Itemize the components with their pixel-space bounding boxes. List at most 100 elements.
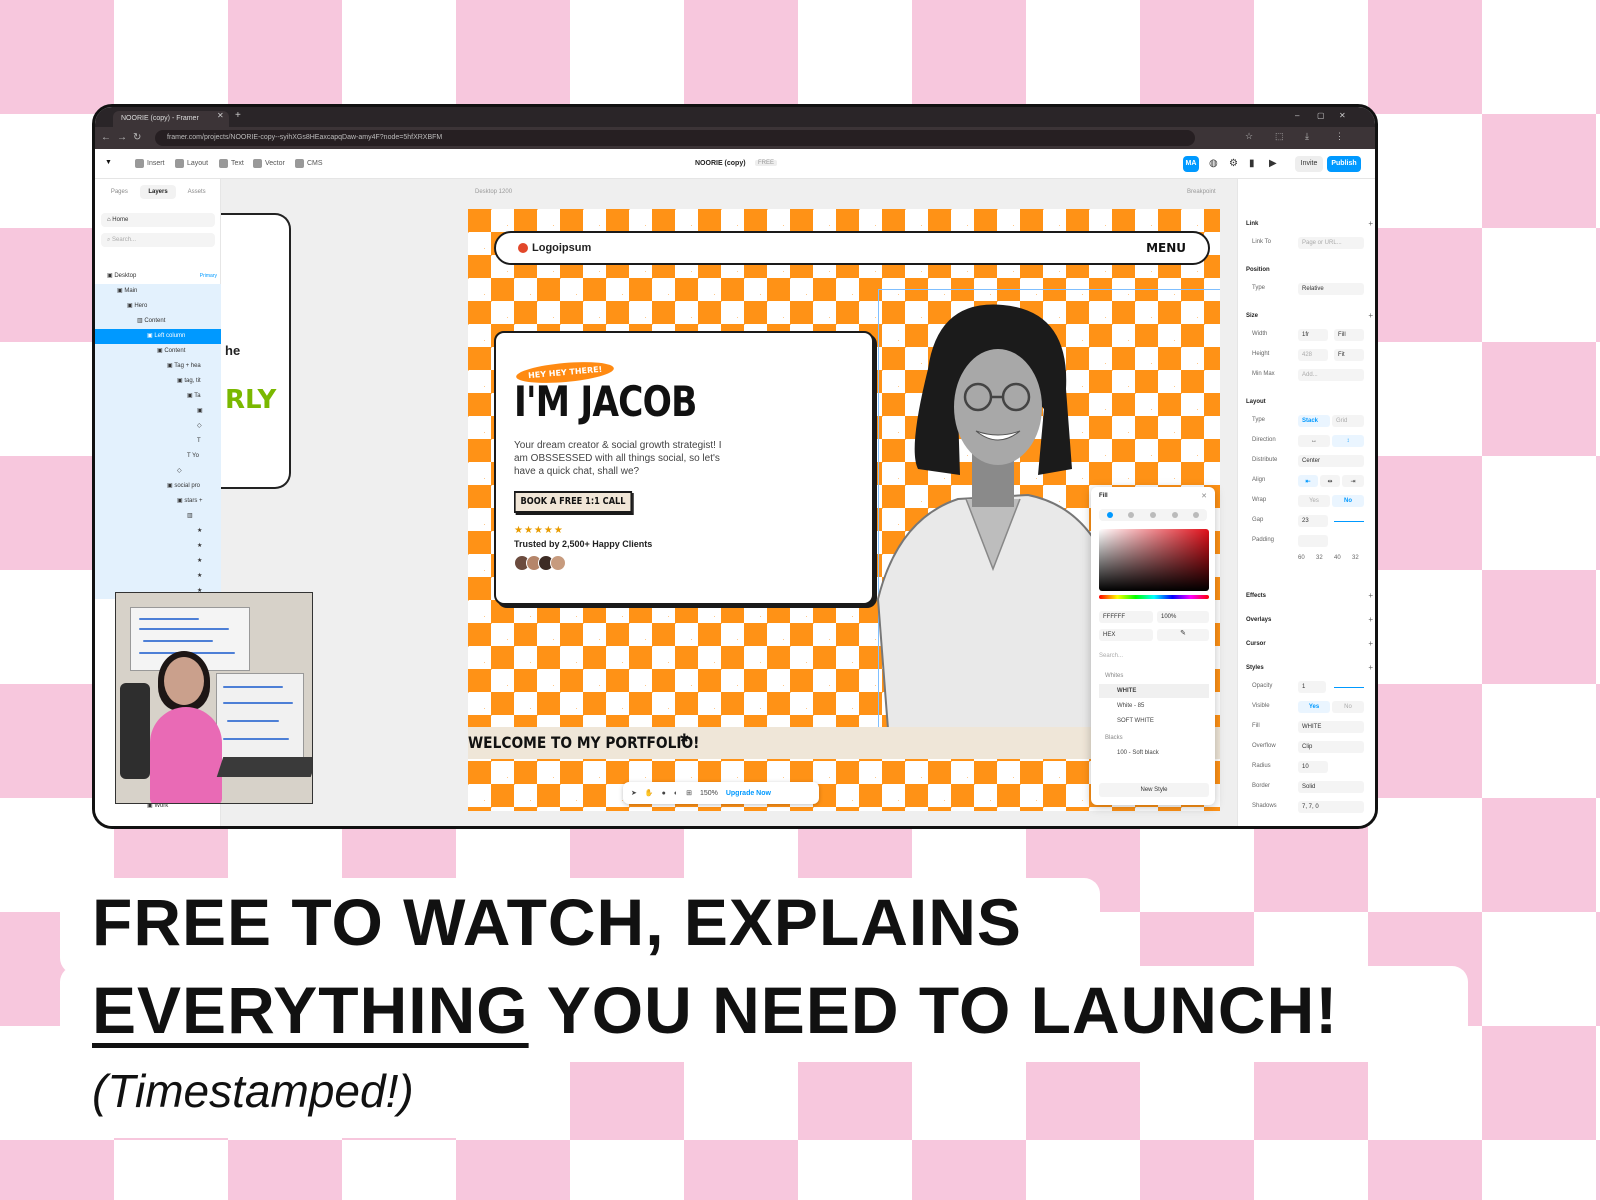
color-picker-area[interactable] xyxy=(1099,529,1209,591)
shadows-input[interactable]: 7, 7, 0 xyxy=(1298,801,1364,813)
new-style-button[interactable]: New Style xyxy=(1099,783,1209,797)
browser-menu-icon[interactable]: ⋮ xyxy=(1335,131,1344,142)
menu-button[interactable]: MENU xyxy=(1146,241,1186,255)
layer-star[interactable]: ★ xyxy=(95,554,221,569)
styles-search-input[interactable]: Search... xyxy=(1099,653,1123,659)
color-format-select[interactable]: HEX xyxy=(1099,629,1153,641)
opacity-slider[interactable] xyxy=(1334,687,1364,688)
minimize-icon[interactable]: – xyxy=(1295,111,1299,120)
frame-label[interactable]: Desktop 1200 xyxy=(475,189,512,195)
settings-icon[interactable]: ⚙ xyxy=(1229,158,1238,169)
tab-pages[interactable]: Pages xyxy=(101,185,138,199)
layer-item[interactable]: ◇ xyxy=(95,419,221,434)
position-type-select[interactable]: Relative xyxy=(1298,283,1364,295)
reload-icon[interactable]: ↻ xyxy=(133,132,141,143)
grid-option[interactable]: Grid xyxy=(1332,415,1364,427)
hex-input[interactable]: FFFFFF xyxy=(1099,611,1153,623)
add-style-icon[interactable]: + xyxy=(1368,663,1373,672)
border-input[interactable]: Solid xyxy=(1298,781,1364,793)
tab-assets[interactable]: Assets xyxy=(178,185,215,199)
layer-left-column[interactable]: ▣ Left column xyxy=(95,329,221,344)
comment-icon[interactable]: ● xyxy=(662,790,666,797)
layer-stars[interactable]: ▣ stars + xyxy=(95,494,221,509)
padding-right-value[interactable]: 32 xyxy=(1316,555,1323,561)
style-soft-black[interactable]: 100 - Soft black xyxy=(1099,746,1209,760)
layer-tag-heading[interactable]: ▣ Tag + hea xyxy=(95,359,221,374)
add-cursor-icon[interactable]: + xyxy=(1368,639,1373,648)
layer-item[interactable]: ▣ xyxy=(95,404,221,419)
publish-button[interactable]: Publish xyxy=(1327,156,1361,172)
vector-tool[interactable]: Vector xyxy=(253,159,285,168)
user-avatar[interactable]: MA xyxy=(1183,156,1199,172)
hue-slider[interactable] xyxy=(1099,595,1209,599)
opacity-input[interactable]: 100% xyxy=(1157,611,1209,623)
layer-social-proof[interactable]: ▣ social pro xyxy=(95,479,221,494)
add-link-icon[interactable]: + xyxy=(1368,219,1373,228)
invite-button[interactable]: Invite xyxy=(1295,156,1323,172)
padding-top-value[interactable]: 60 xyxy=(1298,555,1305,561)
hand-icon[interactable]: ✋ xyxy=(645,789,654,797)
gap-slider[interactable] xyxy=(1334,521,1364,522)
forward-icon[interactable]: → xyxy=(117,132,127,143)
wrap-no-option[interactable]: No xyxy=(1332,495,1364,507)
linear-gradient-icon[interactable] xyxy=(1128,512,1135,518)
layer-star[interactable]: ★ xyxy=(95,539,221,554)
add-overlay-icon[interactable]: + xyxy=(1368,615,1373,624)
fill-input[interactable]: WHITE xyxy=(1298,721,1364,733)
height-input[interactable]: 428 xyxy=(1298,349,1328,361)
dark-mode-icon[interactable]: ◐ xyxy=(674,790,678,797)
cms-tool[interactable]: CMS xyxy=(295,159,323,168)
align-center-icon[interactable]: ⇹ xyxy=(1320,475,1340,487)
layer-hero[interactable]: ▣ Hero xyxy=(95,299,221,314)
visible-yes-option[interactable]: Yes xyxy=(1298,701,1330,713)
maximize-icon[interactable]: ▢ xyxy=(1317,111,1325,120)
bookmark-icon[interactable]: ☆ xyxy=(1245,131,1253,142)
style-group-blacks[interactable]: Blacks xyxy=(1099,731,1209,745)
layer-text-yo[interactable]: T Yo xyxy=(95,449,221,464)
layers-search-input[interactable]: ⌕ Search... xyxy=(101,233,215,247)
book-call-button[interactable]: BOOK A FREE 1:1 CALL xyxy=(514,491,633,513)
padding-left-value[interactable]: 32 xyxy=(1352,555,1359,561)
distribute-select[interactable]: Center xyxy=(1298,455,1364,467)
direction-vertical-icon[interactable]: ↕ xyxy=(1332,435,1364,447)
tab-layers[interactable]: Layers xyxy=(139,185,177,199)
add-size-icon[interactable]: + xyxy=(1368,311,1373,320)
layer-main[interactable]: ▣ Main xyxy=(95,284,221,299)
height-mode-select[interactable]: Fit xyxy=(1334,349,1364,361)
breakpoint-label[interactable]: Breakpoint xyxy=(1187,189,1216,195)
close-tab-icon[interactable]: ✕ xyxy=(217,111,224,120)
visible-no-option[interactable]: No xyxy=(1332,701,1364,713)
padding-bottom-value[interactable]: 40 xyxy=(1334,555,1341,561)
padding-input[interactable] xyxy=(1298,535,1328,547)
grid-icon[interactable]: ⊞ xyxy=(686,789,692,797)
style-white-85[interactable]: White - 85 xyxy=(1099,699,1209,713)
layer-star[interactable]: ★ xyxy=(95,524,221,539)
gap-input[interactable]: 23 xyxy=(1298,515,1328,527)
align-end-icon[interactable]: ⇥ xyxy=(1342,475,1364,487)
add-effect-icon[interactable]: + xyxy=(1368,591,1373,600)
analytics-icon[interactable]: ▮ xyxy=(1249,158,1255,169)
align-start-icon[interactable]: ⇤ xyxy=(1298,475,1318,487)
browser-tab[interactable]: NOORIE (copy) - Framer xyxy=(113,111,229,127)
direction-horizontal-icon[interactable]: ↔ xyxy=(1298,435,1330,447)
back-icon[interactable]: ← xyxy=(101,132,111,143)
layer-item[interactable]: T xyxy=(95,434,221,449)
link-input[interactable]: Page or URL... xyxy=(1298,237,1364,249)
layer-item[interactable]: ◇ xyxy=(95,464,221,479)
extensions-icon[interactable]: ⬚ xyxy=(1275,131,1284,142)
min-max-input[interactable]: Add... xyxy=(1298,369,1364,381)
image-fill-icon[interactable] xyxy=(1193,512,1200,518)
radius-input[interactable]: 10 xyxy=(1298,761,1328,773)
close-window-icon[interactable]: ✕ xyxy=(1339,111,1346,120)
new-tab-icon[interactable]: + xyxy=(235,110,241,121)
url-field[interactable]: framer.com/projects/NOORIE-copy--syihXGs… xyxy=(155,130,1195,146)
wrap-yes-option[interactable]: Yes xyxy=(1298,495,1330,507)
pointer-icon[interactable]: ➤ xyxy=(631,789,637,797)
zoom-level[interactable]: 150% xyxy=(700,790,718,797)
layer-star[interactable]: ★ xyxy=(95,569,221,584)
layer-tag-title[interactable]: ▣ tag, tit xyxy=(95,374,221,389)
overflow-select[interactable]: Clip xyxy=(1298,741,1364,753)
eyedropper-icon[interactable]: ✎ xyxy=(1157,629,1209,641)
insert-tool[interactable]: Insert xyxy=(135,159,165,168)
layer-content-inner[interactable]: ▣ Content xyxy=(95,344,221,359)
